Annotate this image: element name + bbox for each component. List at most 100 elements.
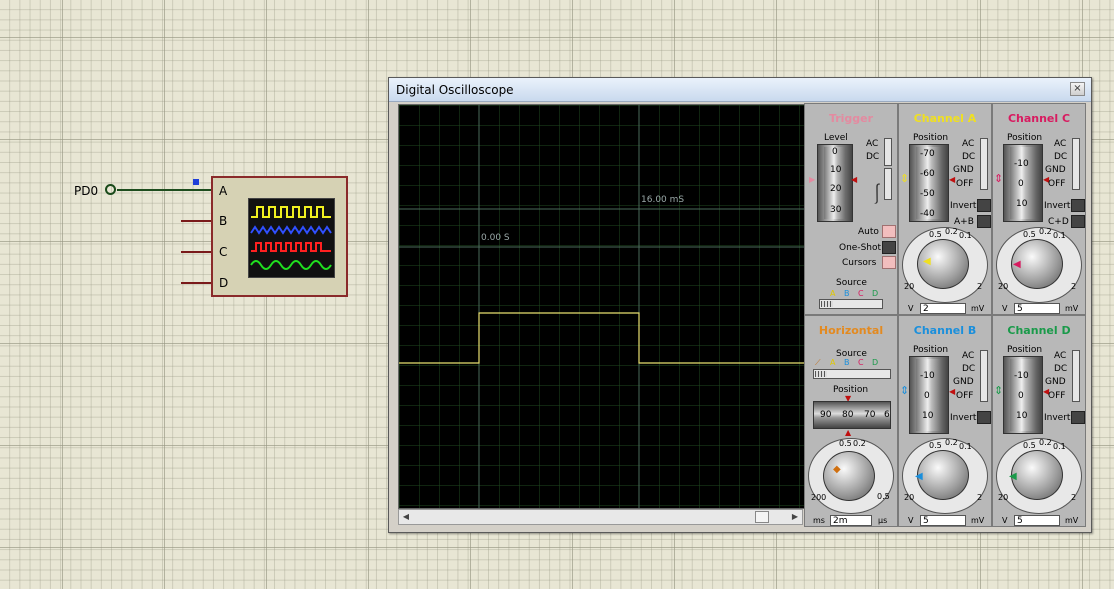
tb-scale-c: 200 <box>811 493 827 502</box>
channel-d-knob[interactable] <box>1011 450 1063 500</box>
cha-k-2: 0.1 <box>959 231 972 240</box>
trigger-coupling-switch[interactable] <box>884 138 892 166</box>
channel-a-gnd: GND <box>953 165 974 175</box>
channel-d-unit-v: V <box>1002 516 1008 525</box>
channel-d-ac: AC <box>1054 351 1067 361</box>
trigger-level-label: Level <box>824 133 848 143</box>
channel-c-dc: DC <box>1054 152 1068 162</box>
channel-d-position-label: Position <box>1007 345 1043 355</box>
horizontal-source-slider[interactable] <box>813 369 891 379</box>
trigger-source-slider[interactable] <box>819 299 883 309</box>
trigger-level-pointer-icon: ◀ <box>851 175 858 184</box>
channel-d-title: Channel D <box>1007 324 1071 337</box>
channel-d-value-field[interactable]: 5 <box>1014 515 1060 526</box>
horizontal-source-d: D <box>872 358 879 367</box>
channel-a-position-dial[interactable]: -70 -60 -50 -40 <box>909 144 949 222</box>
horizontal-scrollbar[interactable]: ◀ ▶ <box>398 509 803 525</box>
channel-c-sum-button[interactable] <box>1071 215 1085 228</box>
trigger-panel: Trigger Level 0 10 20 30 ▶ ◀ AC DC ⎰ Aut… <box>804 103 898 315</box>
channel-a-value-field[interactable]: 2 <box>920 303 966 314</box>
horizontal-panel: Horizontal Source ⟋ A B C D Position ▼ 9… <box>804 315 898 527</box>
net-label-pd0: PD0 <box>74 184 99 198</box>
cha-scale-0: -70 <box>920 149 935 159</box>
channel-c-ac: AC <box>1054 139 1067 149</box>
channel-c-invert-label: Invert <box>1044 201 1071 211</box>
channel-c-gnd: GND <box>1045 165 1066 175</box>
trigger-dc-label: DC <box>866 152 880 162</box>
trigger-scale-2: 20 <box>830 184 842 194</box>
trigger-scale-0: 0 <box>832 147 838 157</box>
horizontal-title: Horizontal <box>818 324 884 337</box>
timebase-knob[interactable] <box>823 451 875 501</box>
horizontal-position-dial[interactable]: 90 80 70 6 <box>813 401 891 429</box>
trigger-source-label: Source <box>836 278 867 288</box>
channel-a-knob-marker-icon: ◀ <box>923 256 931 267</box>
scroll-left-icon[interactable]: ◀ <box>399 510 413 524</box>
hpos-scale-2: 70 <box>864 410 876 420</box>
channel-b-coupling-switch[interactable] <box>980 350 988 402</box>
cha-scale-3: -40 <box>920 209 935 219</box>
channel-c-coupling-switch[interactable] <box>1072 138 1080 190</box>
channel-b-off: OFF <box>956 391 974 401</box>
channel-d-invert-label: Invert <box>1044 413 1071 423</box>
trigger-source-b: B <box>844 289 850 298</box>
trigger-source-c: C <box>858 289 864 298</box>
net-terminal-circle[interactable] <box>105 184 116 195</box>
channel-b-value-field[interactable]: 5 <box>920 515 966 526</box>
tb-scale-a: 0.5 <box>839 439 852 448</box>
block-pin-b: B <box>219 214 228 228</box>
channel-a-sum-button[interactable] <box>977 215 991 228</box>
channel-a-invert-label: Invert <box>950 201 977 211</box>
channel-a-ac: AC <box>962 139 975 149</box>
channel-a-pointer-icon: ◀ <box>949 175 956 184</box>
trigger-ac-label: AC <box>866 139 879 149</box>
chd-k-0: 0.5 <box>1023 441 1036 450</box>
chc-scale-0: -10 <box>1014 159 1029 169</box>
oscilloscope-window[interactable]: Digital Oscilloscope × 0.00 S 16.00 mS ◀… <box>388 77 1092 533</box>
scope-display[interactable]: 0.00 S 16.00 mS <box>398 104 805 509</box>
horizontal-ramp-icon: ⟋ <box>815 358 821 367</box>
channel-d-gnd: GND <box>1045 377 1066 387</box>
channel-b-invert-button[interactable] <box>977 411 991 424</box>
chc-k-0: 0.5 <box>1023 230 1036 239</box>
channel-c-panel: Channel C Position -10 0 10 ⇕ ◀ AC DC GN… <box>992 103 1086 315</box>
channel-b-position-dial[interactable]: -10 0 10 <box>909 356 949 434</box>
channel-a-invert-button[interactable] <box>977 199 991 212</box>
trigger-edge-switch[interactable] <box>884 168 892 200</box>
scroll-right-icon[interactable]: ▶ <box>788 510 802 524</box>
channel-d-position-dial[interactable]: -10 0 10 <box>1003 356 1043 434</box>
one-shot-button[interactable] <box>882 241 896 254</box>
scroll-thumb[interactable] <box>755 511 769 523</box>
channel-b-knob-marker-icon: ◀ <box>915 471 923 482</box>
chc-k-1: 0.2 <box>1039 227 1052 236</box>
timebase-marker-icon: ◆ <box>833 464 841 475</box>
chb-k-2: 0.1 <box>959 442 972 451</box>
channel-d-off: OFF <box>1048 391 1066 401</box>
channel-d-panel: Channel D Position -10 0 10 ⇕ ◀ AC DC GN… <box>992 315 1086 527</box>
channel-a-coupling-switch[interactable] <box>980 138 988 190</box>
cursors-button[interactable] <box>882 256 896 269</box>
channel-c-knob-marker-icon: ◀ <box>1013 259 1021 270</box>
wire-pd0[interactable] <box>117 189 212 191</box>
timebase-unit-ms: ms <box>813 516 825 525</box>
channel-b-knob[interactable] <box>917 450 969 500</box>
channel-c-title: Channel C <box>1007 112 1071 125</box>
channel-c-position-dial[interactable]: -10 0 10 <box>1003 144 1043 222</box>
channel-d-coupling-switch[interactable] <box>1072 350 1080 402</box>
trigger-level-dial[interactable]: 0 10 20 30 <box>817 144 853 222</box>
title-bar[interactable]: Digital Oscilloscope × <box>389 78 1091 102</box>
channel-a-panel: Channel A Position -70 -60 -50 -40 ⇕ ◀ A… <box>898 103 992 315</box>
trigger-title: Trigger <box>828 112 874 125</box>
channel-b-gnd: GND <box>953 377 974 387</box>
auto-button[interactable] <box>882 225 896 238</box>
channel-b-ac: AC <box>962 351 975 361</box>
chc-k-2: 0.1 <box>1053 231 1066 240</box>
chb-scale-2: 10 <box>922 411 934 421</box>
cha-k-4: 2 <box>977 282 983 291</box>
close-button[interactable]: × <box>1070 82 1085 96</box>
cha-scale-2: -50 <box>920 189 935 199</box>
channel-c-invert-button[interactable] <box>1071 199 1085 212</box>
timebase-value-field[interactable]: 2m <box>830 515 872 526</box>
channel-d-invert-button[interactable] <box>1071 411 1085 424</box>
channel-c-value-field[interactable]: 5 <box>1014 303 1060 314</box>
